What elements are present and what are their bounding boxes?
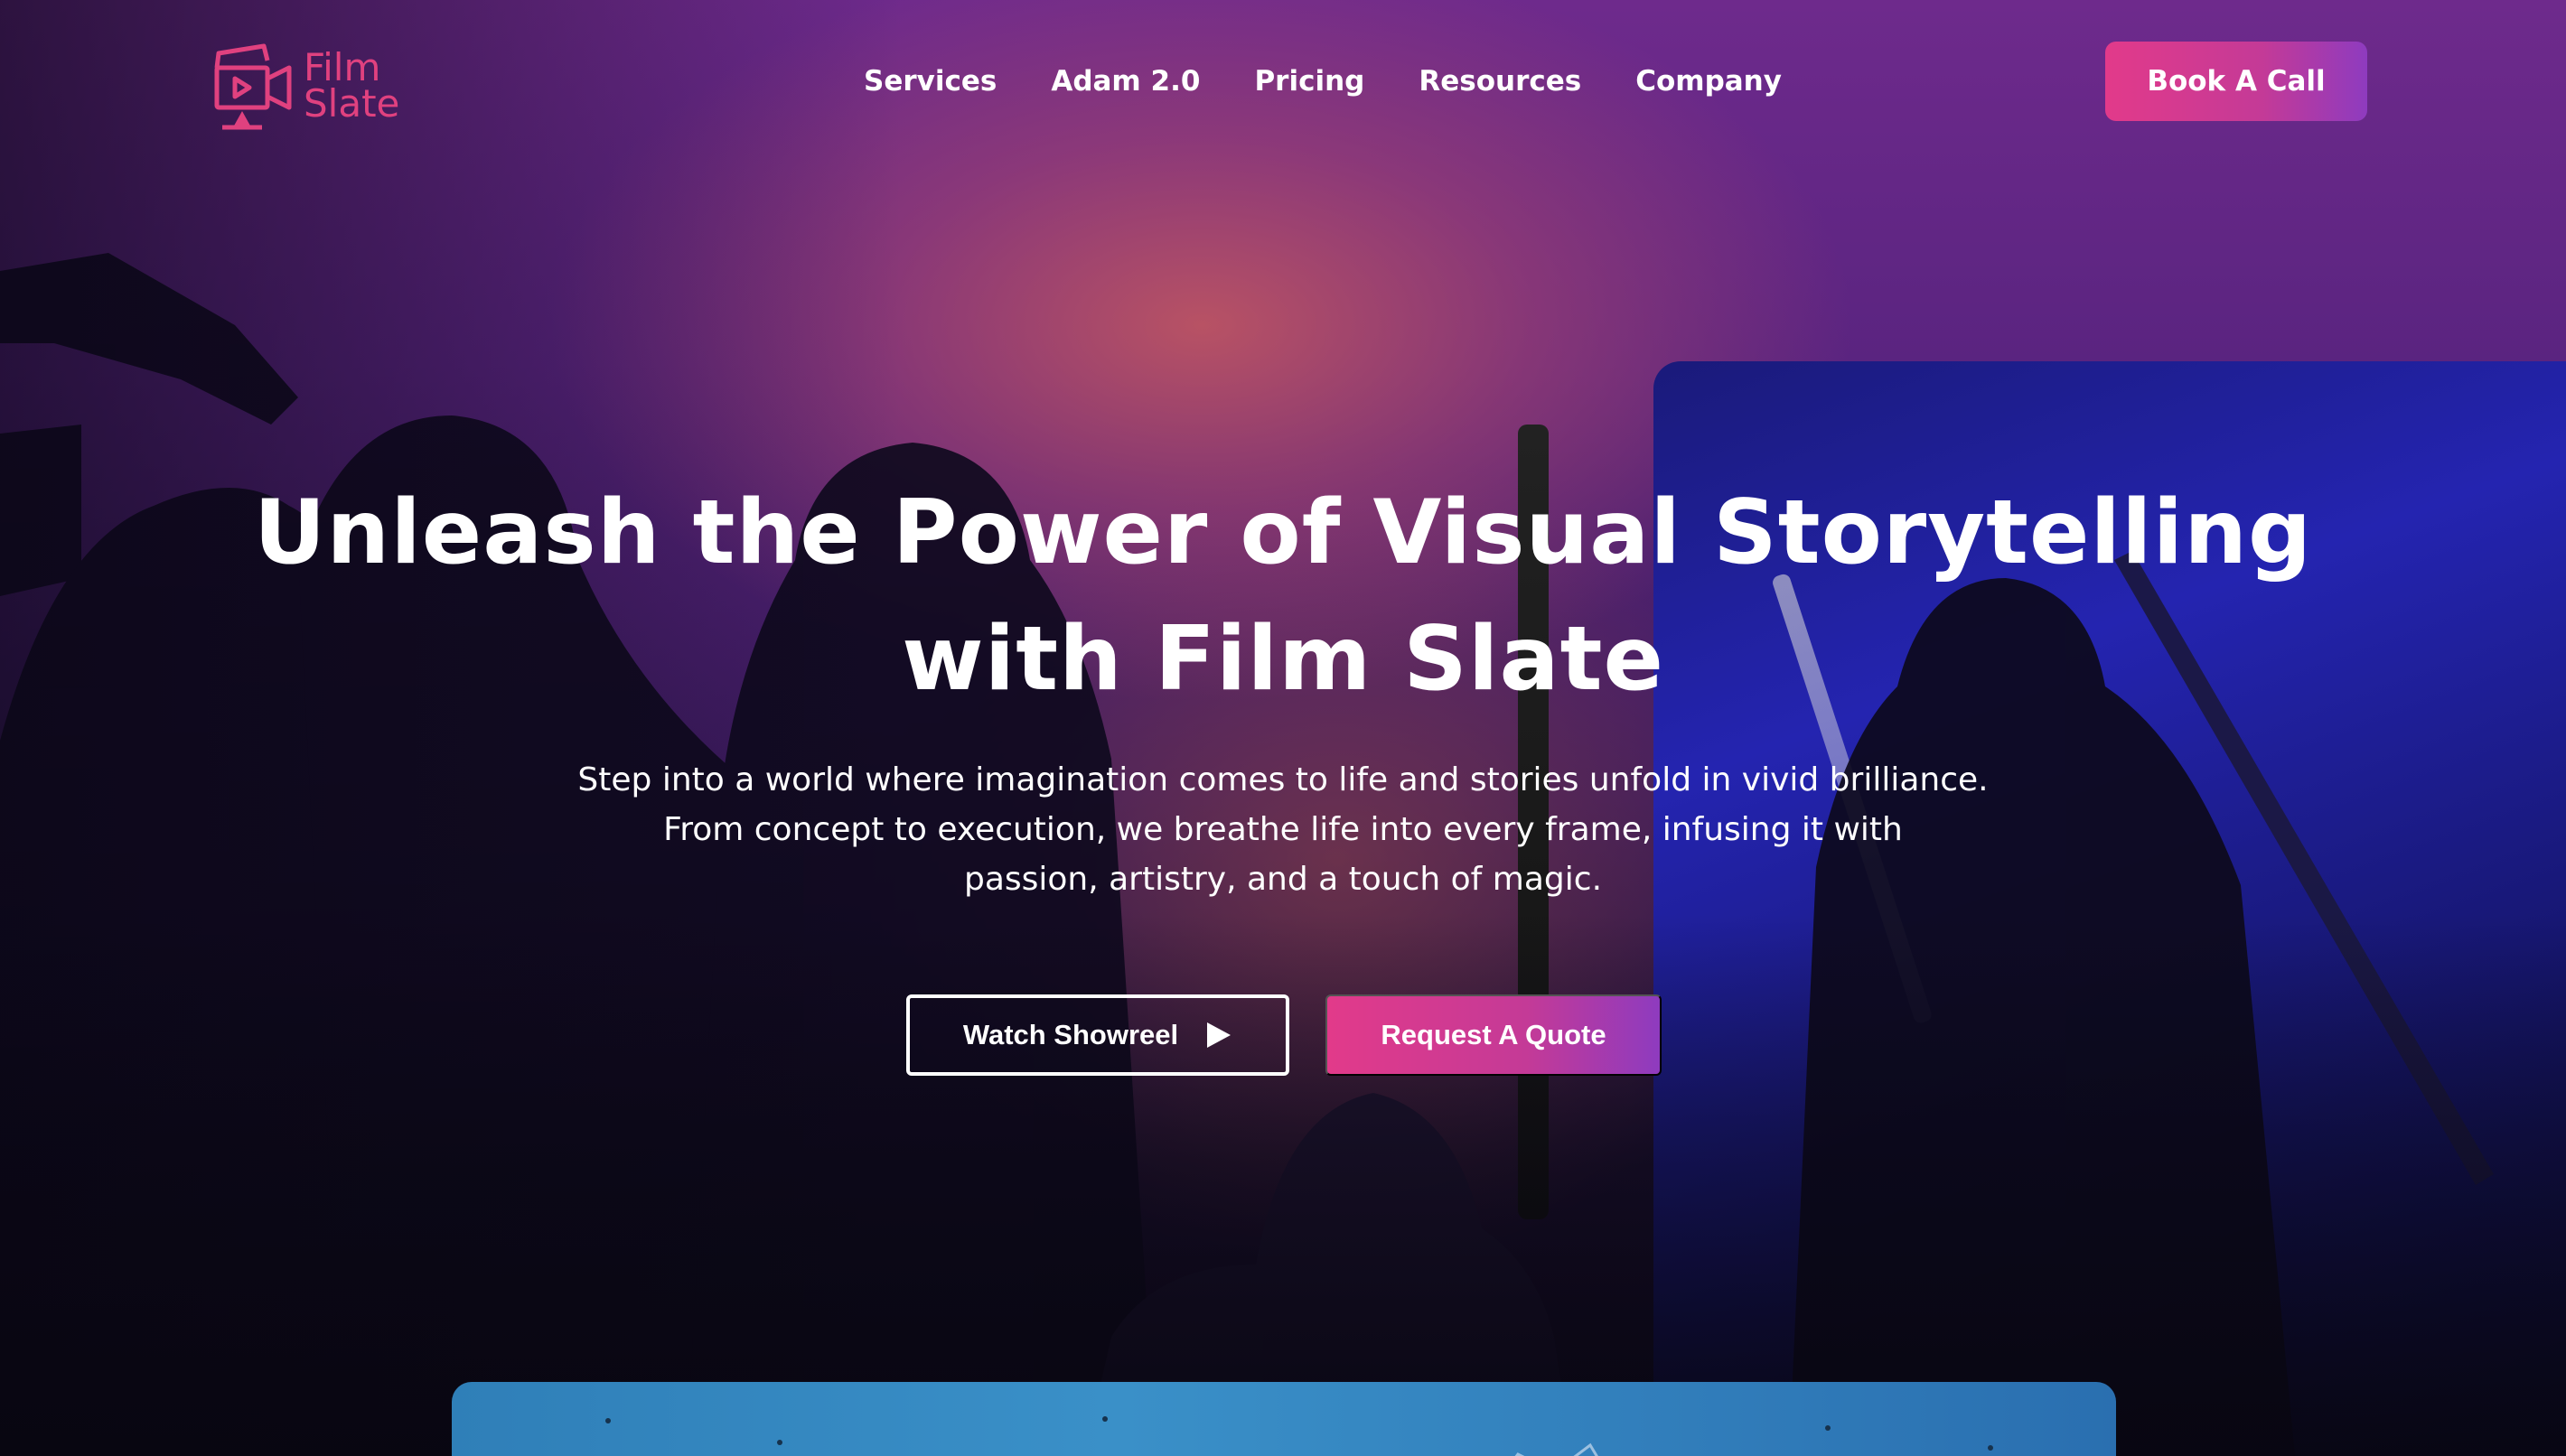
book-a-call-button[interactable]: Book A Call — [2105, 42, 2367, 121]
main-menu: Services Adam 2.0 Pricing Resources Comp… — [864, 60, 1782, 103]
hero-headline: Unleash the Power of Visual Storytelling… — [199, 470, 2367, 723]
logo-wordmark-line1: Film — [304, 45, 381, 89]
hero-actions: Watch Showreel Request A Quote — [906, 994, 1662, 1076]
logo-wordmark: Film Slate — [304, 45, 400, 126]
nav-item-pricing[interactable]: Pricing — [1254, 65, 1364, 98]
hero-description: Step into a world where imagination come… — [506, 755, 2060, 904]
nav-item-company[interactable]: Company — [1635, 65, 1782, 98]
preview-graphic-shape — [1514, 1442, 1598, 1456]
hero-section: Film Slate Services Adam 2.0 Pricing Res… — [0, 0, 2566, 1456]
top-navigation: Film Slate Services Adam 2.0 Pricing Res… — [0, 0, 2566, 163]
preview-decor-dot — [1102, 1416, 1108, 1422]
clapperboard-camera-icon — [214, 43, 292, 130]
preview-decor-dot — [605, 1418, 611, 1423]
preview-card — [452, 1382, 2116, 1456]
nav-item-services[interactable]: Services — [864, 65, 997, 98]
hero-description-line2: From concept to execution, we breathe li… — [663, 811, 1903, 848]
request-a-quote-button[interactable]: Request A Quote — [1325, 994, 1662, 1076]
hero-description-line3: passion, artistry, and a touch of magic. — [963, 861, 1603, 898]
preview-decor-dot — [1825, 1425, 1831, 1431]
preview-decor-dot — [1988, 1445, 1993, 1451]
logo-wordmark-line2: Slate — [304, 81, 400, 126]
watch-showreel-label: Watch Showreel — [962, 1019, 1179, 1050]
preview-decor-dot — [777, 1440, 782, 1445]
hero-description-line1: Step into a world where imagination come… — [577, 761, 1989, 798]
nav-item-resources[interactable]: Resources — [1419, 65, 1581, 98]
play-icon — [1207, 1022, 1231, 1048]
film-slate-logo[interactable]: Film Slate — [210, 36, 417, 135]
watch-showreel-button[interactable]: Watch Showreel — [906, 994, 1289, 1076]
hero-headline-line1: Unleash the Power of Visual Storytelling — [253, 481, 2313, 584]
nav-item-adam[interactable]: Adam 2.0 — [1051, 65, 1200, 98]
hero-headline-line2: with Film Slate — [902, 608, 1664, 711]
